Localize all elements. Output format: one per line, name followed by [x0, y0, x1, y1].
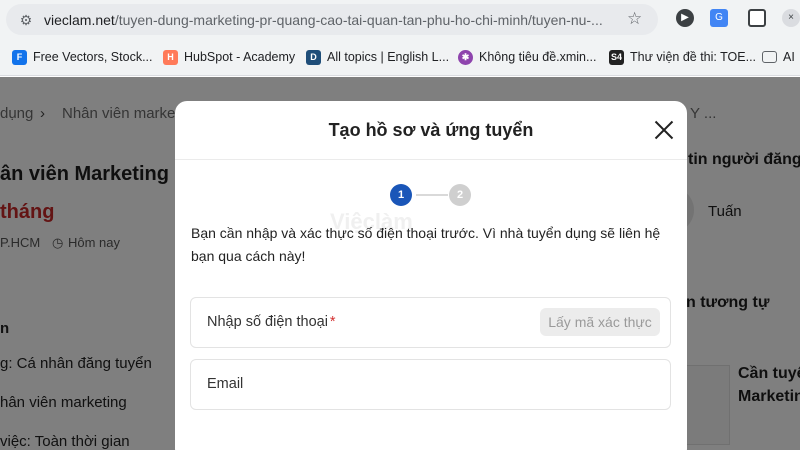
xmind-icon: ✱	[458, 49, 473, 65]
window-icon[interactable]	[748, 9, 766, 27]
step-connector	[416, 194, 448, 196]
apply-modal: Tạo hồ sơ và ứng tuyển 1 2 Việclàm Bạn c…	[175, 101, 687, 450]
freepik-icon: F	[12, 49, 27, 65]
url-path: /tuyen-dung-marketing-pr-quang-cao-tai-q…	[114, 12, 603, 28]
bookmark-item-toeic[interactable]: S4 Thư viện đề thi: TOE...	[609, 48, 756, 66]
extension-icon[interactable]: ▶	[676, 9, 694, 27]
get-otp-button[interactable]: Lấy mã xác thực	[540, 308, 660, 336]
bookmark-folder-ai[interactable]: AI	[762, 48, 795, 66]
phone-label: Nhập số điện thoại *	[207, 314, 336, 330]
bookmark-label: Không tiêu đề.xmin...	[479, 50, 597, 64]
phone-field[interactable]: Nhập số điện thoại * Lấy mã xác thực	[190, 297, 671, 348]
bookmark-item-freepik[interactable]: F Free Vectors, Stock...	[12, 48, 153, 66]
divider	[175, 159, 687, 160]
bookmark-star-icon[interactable]: ☆	[627, 9, 642, 29]
url-text[interactable]: vieclam.net/tuyen-dung-marketing-pr-quan…	[44, 12, 624, 28]
address-bar[interactable]: ⚙ vieclam.net/tuyen-dung-marketing-pr-qu…	[6, 4, 658, 35]
step-indicator-active: 1	[390, 184, 412, 206]
bookmark-item-english[interactable]: D All topics | English L...	[306, 48, 449, 66]
bookmark-label: AI	[783, 50, 795, 64]
profile-icon[interactable]: ×	[782, 9, 800, 27]
translate-icon[interactable]: G	[710, 9, 728, 27]
email-label: Email	[207, 376, 244, 392]
close-icon[interactable]	[653, 119, 675, 141]
folder-icon	[762, 51, 777, 63]
modal-title: Tạo hồ sơ và ứng tuyển	[328, 120, 534, 140]
bookmarks-bar: F Free Vectors, Stock... H HubSpot - Aca…	[0, 42, 800, 72]
bookmark-item-hubspot[interactable]: H HubSpot - Academy	[163, 48, 295, 66]
bookmark-item-xmind[interactable]: ✱ Không tiêu đề.xmin...	[458, 48, 596, 66]
bookmark-label: All topics | English L...	[327, 50, 450, 64]
url-domain: vieclam.net	[44, 12, 115, 28]
step-indicator-inactive: 2	[449, 184, 471, 206]
browser-chrome: ⚙ vieclam.net/tuyen-dung-marketing-pr-qu…	[0, 0, 800, 76]
s4-icon: S4	[609, 49, 624, 65]
tune-icon[interactable]: ⚙	[16, 10, 36, 30]
bookmark-label: Free Vectors, Stock...	[33, 50, 153, 64]
bookmark-label: Thư viện đề thi: TOE...	[630, 50, 757, 64]
hubspot-icon: H	[163, 49, 178, 65]
email-field[interactable]: Email	[190, 359, 671, 410]
d-logo-icon: D	[306, 49, 321, 65]
instruction-text: Bạn cần nhập và xác thực số điện thoại t…	[191, 225, 661, 264]
required-mark: *	[329, 314, 336, 330]
bookmark-label: HubSpot - Academy	[184, 50, 296, 64]
